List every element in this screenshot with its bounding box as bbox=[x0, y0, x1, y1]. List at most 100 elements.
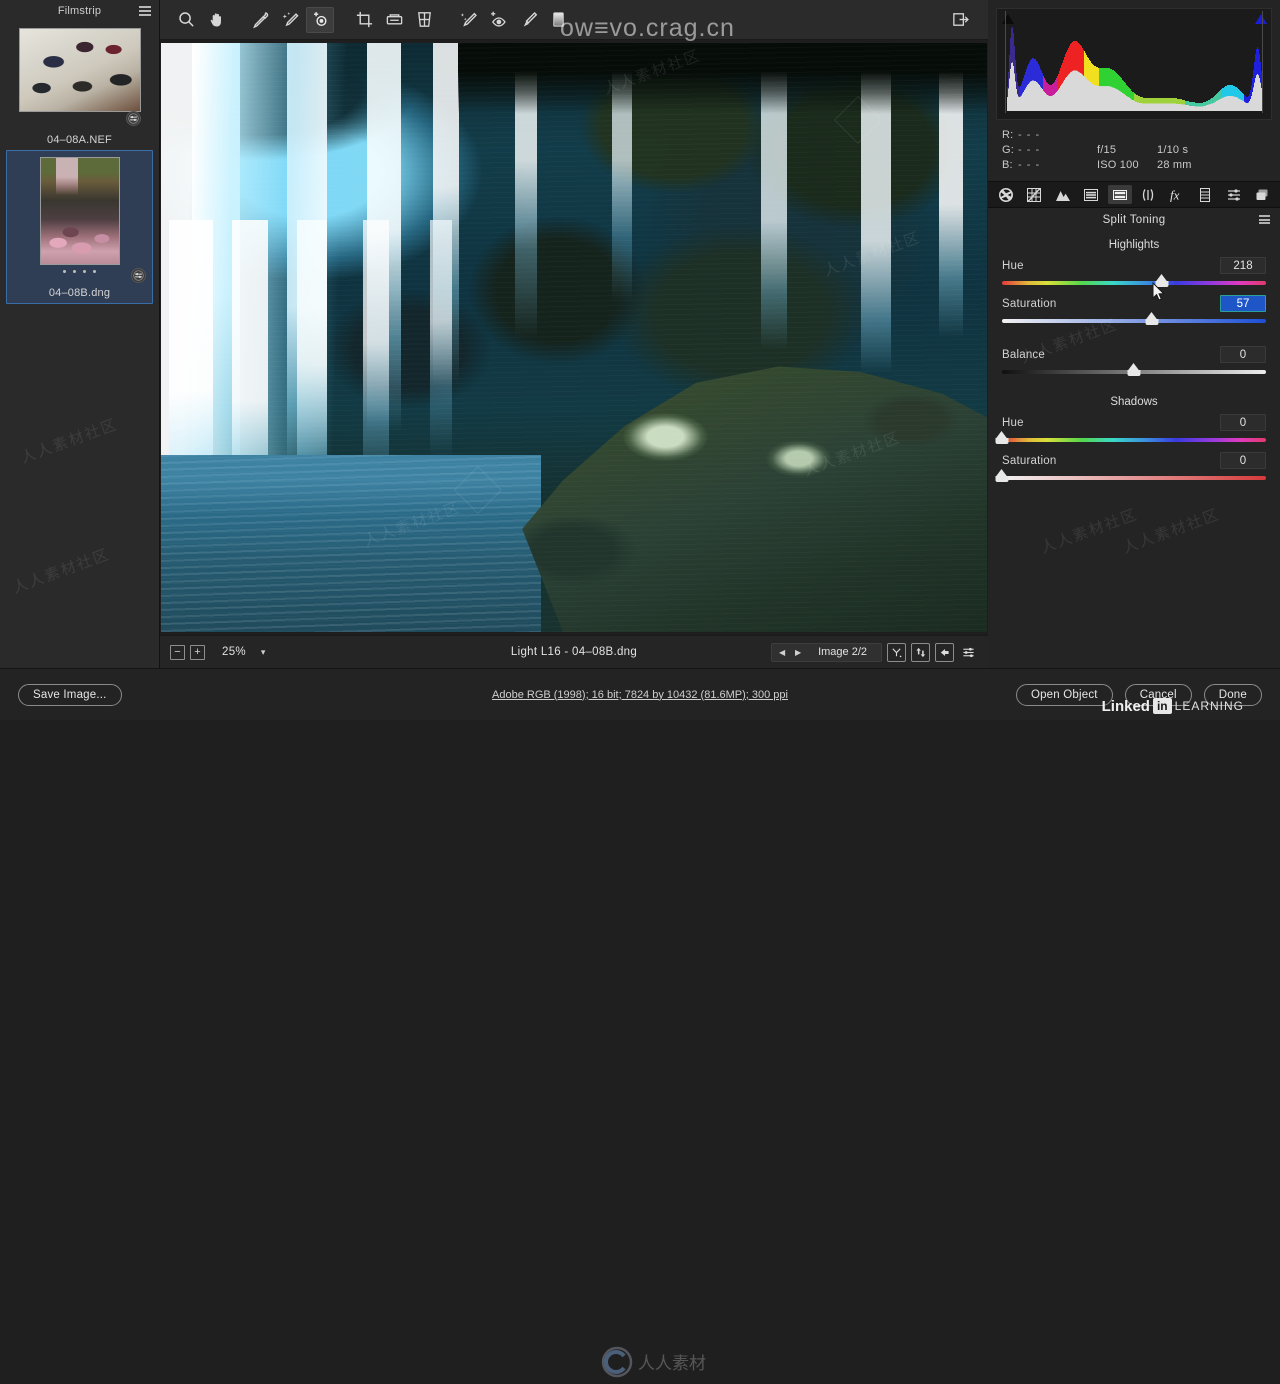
highlights-saturation-label: Saturation bbox=[1002, 297, 1057, 310]
filmstrip-panel: Filmstrip 04–08A.NEF 04–08B.dng 人人素材社区 人… bbox=[0, 0, 160, 668]
rgb-readout: R: - - - G: - - - B: - - - bbox=[1002, 128, 1097, 173]
eyedropper-icon[interactable] bbox=[246, 7, 274, 33]
y-split-icon[interactable] bbox=[887, 642, 906, 662]
left-arrow-icon[interactable] bbox=[935, 642, 954, 662]
gradient-rect-icon[interactable] bbox=[544, 7, 572, 33]
camera-raw-window: Filmstrip 04–08A.NEF 04–08B.dng 人人素材社区 人… bbox=[0, 0, 1280, 1378]
bottom-bar: Save Image... Adobe RGB (1998); 16 bit; … bbox=[0, 668, 1280, 1378]
straighten-icon[interactable] bbox=[380, 7, 408, 33]
tools-toolbar bbox=[160, 0, 988, 40]
rating-dots[interactable] bbox=[11, 265, 148, 273]
chevron-down-icon[interactable]: ▾ bbox=[256, 645, 271, 660]
shadows-saturation-slider[interactable] bbox=[995, 469, 1266, 482]
bottom-right-group: Open Object Cancel Done Linked in LEARNI… bbox=[1015, 683, 1262, 715]
hand-icon[interactable] bbox=[202, 7, 230, 33]
thumbnail-wrap bbox=[11, 157, 148, 265]
filmstrip-item-label: 04–08A.NEF bbox=[47, 134, 112, 146]
balance-slider[interactable] bbox=[1002, 363, 1266, 376]
filmstrip-item-0[interactable]: 04–08A.NEF bbox=[0, 22, 159, 150]
image-canvas[interactable]: 人人素材社区 人人素材社区 人人素材社区 人人素材社区 bbox=[160, 40, 988, 635]
magnifier-icon[interactable] bbox=[172, 7, 200, 33]
snapshots-stack-icon[interactable] bbox=[1250, 185, 1274, 204]
exif-readout: f/15 1/10 s ISO 100 28 mm bbox=[1097, 128, 1266, 173]
filmstrip-item-1[interactable]: 04–08B.dng bbox=[6, 150, 153, 304]
shadows-saturation-row: Saturation 0 bbox=[1002, 450, 1266, 470]
film-frame-icon[interactable] bbox=[1193, 185, 1217, 204]
transform-grid-icon[interactable] bbox=[410, 7, 438, 33]
highlights-saturation-slider[interactable] bbox=[1002, 312, 1266, 325]
focal-length-value: 28 mm bbox=[1157, 159, 1192, 171]
sparkle-eyedropper-icon[interactable] bbox=[276, 7, 304, 33]
thumbnail-image bbox=[18, 28, 141, 112]
shadows-saturation-value[interactable]: 0 bbox=[1220, 452, 1266, 469]
hamburger-icon[interactable] bbox=[1259, 215, 1270, 224]
prev-triangle-icon[interactable]: ◀ bbox=[774, 648, 790, 657]
g-value: - - - bbox=[1018, 144, 1041, 156]
next-triangle-icon[interactable]: ▶ bbox=[790, 648, 806, 657]
panel-tab-bar: fx bbox=[988, 181, 1280, 208]
slider-knob[interactable] bbox=[1145, 312, 1159, 326]
canvas-bottom-bar: − + 25% ▾ Light L16 - 04–08B.dng ◀ ▶ Ima… bbox=[160, 635, 988, 668]
shutter-value: 1/10 s bbox=[1157, 144, 1189, 156]
open-object-button[interactable]: Open Object bbox=[1015, 683, 1113, 706]
shadows-saturation-label: Saturation bbox=[1002, 454, 1057, 467]
hamburger-icon[interactable] bbox=[139, 6, 151, 16]
shadows-hue-label: Hue bbox=[1002, 416, 1024, 429]
zoom-in-button[interactable]: + bbox=[190, 644, 205, 660]
zoom-out-button[interactable]: − bbox=[170, 644, 185, 660]
hsl-sliders-icon[interactable] bbox=[1079, 185, 1103, 204]
image-counter: Image 2/2 bbox=[818, 646, 867, 658]
histogram-readout: R: - - - G: - - - B: - - - f/15 1/10 s ISO 1… bbox=[988, 120, 1280, 179]
histogram-plot bbox=[1007, 27, 1263, 111]
highlights-saturation-value[interactable]: 57 bbox=[1220, 295, 1266, 312]
highlights-hue-value[interactable]: 218 bbox=[1220, 257, 1266, 274]
lens-correction-icon[interactable] bbox=[1136, 185, 1160, 204]
highlights-controls: Hue 218 Saturation 57 Balance 0 bbox=[988, 255, 1280, 376]
highlights-hue-slider[interactable] bbox=[1002, 274, 1266, 287]
healing-brush-icon[interactable] bbox=[454, 7, 482, 33]
tone-curve-icon[interactable] bbox=[1022, 185, 1046, 204]
highlights-saturation-row: Saturation 57 bbox=[1002, 293, 1266, 313]
highlights-hue-label: Hue bbox=[1002, 259, 1024, 272]
shadows-section-label: Shadows bbox=[1110, 396, 1158, 408]
filmstrip-title: Filmstrip bbox=[57, 5, 102, 17]
linkedin-in-icon: in bbox=[1152, 698, 1172, 714]
shadows-hue-slider[interactable] bbox=[995, 431, 1266, 444]
fx-icon[interactable]: fx bbox=[1165, 185, 1189, 204]
slider-knob[interactable] bbox=[995, 431, 1009, 445]
g-label: G: bbox=[1002, 144, 1015, 156]
highlights-section-label: Highlights bbox=[1108, 239, 1160, 251]
canvas-bar-right-group: ◀ ▶ Image 2/2 bbox=[771, 642, 978, 662]
crop-icon[interactable] bbox=[350, 7, 378, 33]
swap-arrows-icon[interactable] bbox=[911, 642, 930, 662]
target-adjust-icon[interactable] bbox=[306, 6, 334, 33]
site-watermark: 人人素材社区 bbox=[1038, 506, 1141, 557]
site-watermark: 人人素材社区 bbox=[18, 416, 121, 467]
sliders-icon[interactable] bbox=[959, 643, 978, 662]
slider-knob[interactable] bbox=[1127, 363, 1141, 377]
shadows-hue-value[interactable]: 0 bbox=[1220, 414, 1266, 431]
shadows-controls: Hue 0 Saturation 0 bbox=[988, 412, 1280, 482]
histogram[interactable] bbox=[996, 8, 1272, 120]
aperture-icon[interactable] bbox=[994, 185, 1018, 204]
panel-export-icon[interactable] bbox=[946, 7, 974, 33]
balance-value[interactable]: 0 bbox=[1220, 346, 1266, 363]
iso-value: ISO 100 bbox=[1097, 159, 1139, 171]
red-eye-icon[interactable] bbox=[484, 7, 512, 33]
section-divider bbox=[1002, 333, 1266, 334]
panel-title-bar: Split Toning bbox=[988, 208, 1280, 233]
paint-brush-icon[interactable] bbox=[514, 7, 542, 33]
slider-knob[interactable] bbox=[995, 469, 1009, 483]
r-value: - - - bbox=[1018, 129, 1041, 141]
svg-text:人人素材: 人人素材 bbox=[638, 1354, 706, 1373]
presets-sliders-icon[interactable] bbox=[1222, 185, 1246, 204]
thumbnail-wrap bbox=[10, 28, 149, 112]
adjust-badge-icon bbox=[126, 111, 141, 126]
mountains-icon[interactable] bbox=[1051, 185, 1075, 204]
b-label: B: bbox=[1002, 159, 1013, 171]
split-toning-icon[interactable] bbox=[1107, 185, 1132, 204]
balance-row: Balance 0 bbox=[1002, 344, 1266, 364]
b-value: - - - bbox=[1018, 159, 1041, 171]
image-navigator: ◀ ▶ Image 2/2 bbox=[771, 642, 882, 662]
save-image-button[interactable]: Save Image... bbox=[18, 683, 122, 706]
